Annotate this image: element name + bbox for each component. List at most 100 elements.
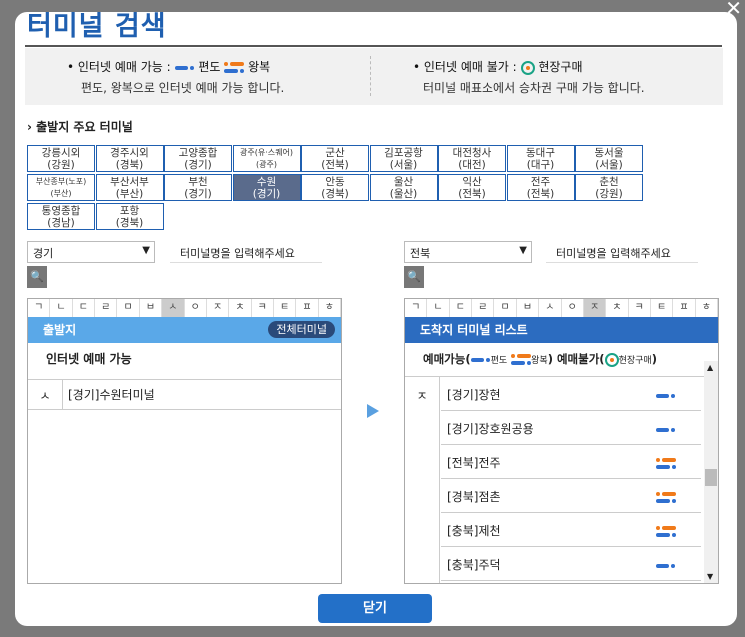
arrival-region-select[interactable]: 전북 ▼ [404, 241, 532, 263]
arrival-header: 도착지 터미널 리스트 [405, 317, 718, 343]
alphabet-tab[interactable]: ㄴ [50, 299, 73, 317]
terminal-cell[interactable]: 대전청사 (대전) [438, 145, 506, 172]
alphabet-tab[interactable]: ㅊ [229, 299, 252, 317]
onsite-icon [520, 60, 535, 75]
alphabet-tab[interactable]: ㄷ [450, 299, 473, 317]
terminal-cell[interactable]: 춘천 (강원) [575, 174, 643, 201]
departure-search-button[interactable]: 🔍 [27, 266, 47, 288]
info-offline-label: • 인터넷 예매 불가 : [413, 60, 517, 74]
terminal-cell[interactable]: 익산 (전북) [438, 174, 506, 201]
terminal-cell[interactable]: 부산종부(노포) (부산) [27, 174, 95, 201]
list-item[interactable]: [충북]제천 [441, 513, 701, 547]
alphabet-tab[interactable]: ㅌ [651, 299, 674, 317]
terminal-cell[interactable]: 울산 (울산) [369, 174, 438, 201]
alphabet-tab[interactable]: ㅊ [606, 299, 629, 317]
arrival-legend: 예매가능(편도 왕복) 예매불가(현장구매) [423, 352, 657, 367]
alphabet-tab[interactable]: ㄹ [472, 299, 495, 317]
departure-search-input[interactable]: 터미널명을 입력해주세요 [170, 241, 322, 263]
title-divider [25, 45, 722, 47]
alphabet-tab[interactable]: ㅎ [696, 299, 719, 317]
terminal-cell[interactable]: 군산 (전북) [301, 145, 369, 172]
terminal-cell[interactable]: 수원 (경기) [232, 174, 301, 201]
alphabet-tab[interactable]: ㅁ [494, 299, 517, 317]
list-item[interactable]: [경기]장호원공용 [441, 411, 701, 445]
alphabet-tab[interactable]: ㅁ [117, 299, 140, 317]
major-terminals-title: › 출발지 주요 터미널 [27, 120, 133, 134]
terminal-cell[interactable]: 통영종합 (경남) [27, 203, 95, 230]
oneway-icon [174, 65, 195, 71]
alphabet-tab[interactable]: ㅌ [274, 299, 297, 317]
alphabet-tab[interactable]: ㄷ [73, 299, 96, 317]
alphabet-tab[interactable]: ㅋ [629, 299, 651, 317]
search-icon: 🔍 [30, 270, 44, 283]
alphabet-tab[interactable]: ㅍ [296, 299, 319, 317]
alphabet-tab[interactable]: ㄴ [427, 299, 450, 317]
list-item[interactable]: [경북]점촌 [441, 479, 701, 513]
arrival-search-input[interactable]: 터미널명을 입력해주세요 [546, 241, 698, 263]
alphabet-tab[interactable]: ㅈ [583, 299, 607, 317]
alphabet-tab[interactable]: ㄱ [28, 299, 51, 317]
terminal-cell[interactable]: 고양종합 (경기) [164, 145, 232, 172]
scroll-thumb[interactable] [705, 469, 717, 486]
arrival-panel: ㄱㄴㄷㄹㅁㅂㅅㅇㅈㅊㅋㅌㅍㅎ 도착지 터미널 리스트 예매가능(편도 왕복) 예… [404, 298, 719, 584]
terminal-cell[interactable]: 안동 (경북) [301, 174, 369, 201]
oneway-icon [470, 357, 491, 363]
info-online-available: • 인터넷 예매 가능 : 편도 왕복 편도, 왕복으로 인터넷 예매 가능 합… [25, 48, 370, 105]
departure-header: 출발지 전체터미널 [28, 317, 341, 343]
info-online-label: • 인터넷 예매 가능 : [67, 60, 171, 74]
alphabet-tab[interactable]: ㅈ [207, 299, 230, 317]
terminal-name: [충북]제천 [447, 524, 501, 538]
departure-alphabet-bar: ㄱㄴㄷㄹㅁㅂㅅㅇㅈㅊㅋㅌㅍㅎ [28, 299, 342, 318]
departure-region-select[interactable]: 경기 ▼ [27, 241, 155, 263]
alphabet-tab[interactable]: ㅅ [162, 299, 185, 317]
terminal-cell[interactable]: 경주시외 (경북) [95, 145, 164, 172]
terminal-name: [경기]수원터미널 [68, 388, 155, 402]
alphabet-tab[interactable]: ㅂ [517, 299, 540, 317]
list-item[interactable]: [충북]주덕 [441, 547, 701, 581]
page-title: 터미널 검색 [27, 12, 167, 42]
terminal-cell[interactable]: 부산서부 (부산) [95, 174, 164, 201]
roundtrip-icon [656, 490, 676, 504]
roundtrip-icon [511, 353, 532, 366]
list-item[interactable]: [전북]전주 [441, 445, 701, 479]
alphabet-tab[interactable]: ㅇ [185, 299, 207, 317]
roundtrip-icon [656, 456, 676, 470]
alphabet-tab[interactable]: ㅂ [140, 299, 163, 317]
info-offline-desc: 터미널 매표소에서 승차권 구매 가능 합니다. [423, 81, 645, 95]
all-terminals-button[interactable]: 전체터미널 [268, 321, 335, 338]
list-item[interactable]: ㅅ [경기]수원터미널 [28, 379, 341, 409]
terminal-cell[interactable]: 포항 (경북) [95, 203, 164, 230]
search-icon: 🔍 [407, 270, 421, 283]
info-online-desc: 편도, 왕복으로 인터넷 예매 가능 합니다. [81, 81, 285, 95]
terminal-cell[interactable]: 동대구 (대구) [506, 145, 575, 172]
alphabet-tab[interactable]: ㄱ [405, 299, 428, 317]
close-icon[interactable]: ✕ [725, 0, 742, 20]
terminal-cell[interactable]: 동서울 (서울) [575, 145, 643, 172]
terminal-name: [전북]전주 [447, 456, 501, 470]
alphabet-tab[interactable]: ㅎ [319, 299, 342, 317]
arrival-search-button[interactable]: 🔍 [404, 266, 424, 288]
terminal-cell[interactable]: 전주 (전북) [506, 174, 575, 201]
alphabet-tab[interactable]: ㄹ [95, 299, 118, 317]
alphabet-tab[interactable]: ㅋ [252, 299, 274, 317]
arrow-right-icon [367, 404, 379, 418]
terminal-cell[interactable]: 광주(유·스퀘어) (광주) [232, 145, 301, 172]
index-letter: ㅈ [405, 377, 440, 583]
roundtrip-icon [224, 61, 245, 74]
list-item[interactable]: [경기]장현 [441, 377, 701, 411]
chevron-down-icon: ▼ [519, 245, 527, 256]
alphabet-tab[interactable]: ㅇ [562, 299, 584, 317]
oneway-icon [656, 388, 676, 402]
terminal-cell[interactable]: 김포공항 (서울) [369, 145, 438, 172]
scrollbar[interactable]: ▲ ▼ [704, 361, 718, 583]
scroll-up-icon[interactable]: ▲ [707, 363, 713, 372]
info-onsite-label: 현장구매 [538, 60, 583, 74]
departure-panel: ㄱㄴㄷㄹㅁㅂㅅㅇㅈㅊㅋㅌㅍㅎ 출발지 전체터미널 인터넷 예매 가능 ㅅ [경기… [27, 298, 342, 584]
scroll-down-icon[interactable]: ▼ [707, 572, 713, 581]
alphabet-tab[interactable]: ㅍ [673, 299, 696, 317]
alphabet-tab[interactable]: ㅅ [539, 299, 562, 317]
terminal-cell[interactable]: 부천 (경기) [164, 174, 232, 201]
terminal-cell[interactable]: 강릉시외 (강원) [27, 145, 95, 172]
close-button[interactable]: 닫기 [318, 594, 432, 623]
terminal-name: [충북]주덕 [447, 558, 501, 572]
